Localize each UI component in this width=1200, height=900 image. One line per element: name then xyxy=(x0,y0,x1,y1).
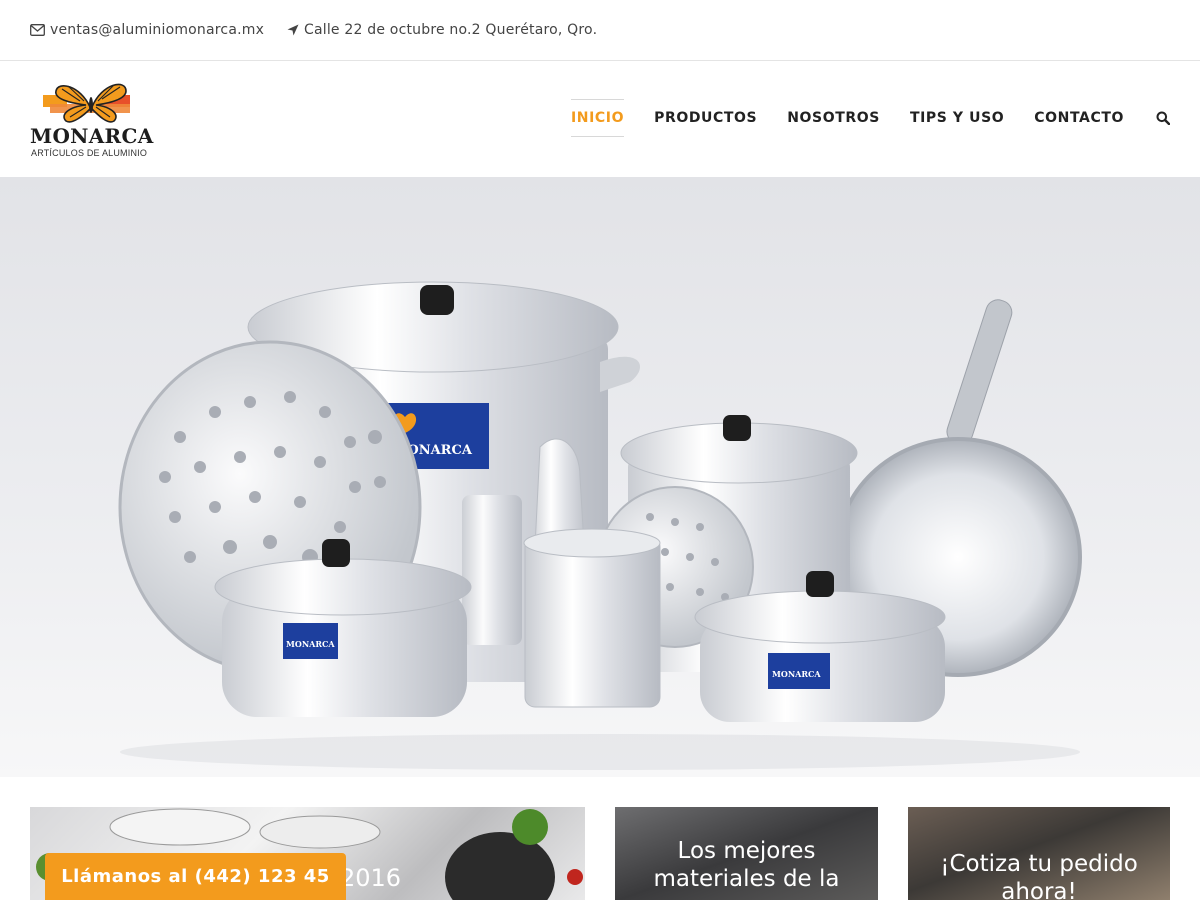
search-button[interactable] xyxy=(1156,111,1170,125)
address-text: Calle 22 de octubre no.2 Querétaro, Qro. xyxy=(304,22,598,38)
main-nav: INICIO PRODUCTOS NOSOTROS TIPS Y USO CON… xyxy=(541,99,1170,137)
location-arrow-icon xyxy=(287,24,299,36)
nav-item-tips-y-uso[interactable]: TIPS Y USO xyxy=(910,100,1004,136)
card-quote-title: ¡Cotiza tu pedido ahora! xyxy=(940,851,1138,900)
nav-item-nosotros[interactable]: NOSOTROS xyxy=(787,100,880,136)
nav-item-contacto[interactable]: CONTACTO xyxy=(1034,100,1124,136)
butterfly-logo-icon xyxy=(43,83,130,123)
logo-brand: MONARCA xyxy=(30,124,154,148)
site-header: MONARCA ARTÍCULOS DE ALUMINIO INICIO PRO… xyxy=(0,61,1200,177)
cookware-image: MONARCA MONARCA MONARCA xyxy=(118,281,1082,770)
envelope-icon xyxy=(30,24,45,36)
card-materials-title: Los mejores materiales de la xyxy=(653,838,840,892)
logo-tagline: ARTÍCULOS DE ALUMINIO xyxy=(31,148,148,158)
email-text: ventas@aluminiomonarca.mx xyxy=(50,22,265,38)
search-icon xyxy=(1156,111,1170,125)
nav-item-productos[interactable]: PRODUCTOS xyxy=(654,100,757,136)
contact-address: Calle 22 de octubre no.2 Querétaro, Qro. xyxy=(287,22,597,38)
right-pot-label-text: MONARCA xyxy=(772,669,821,679)
hero-banner: MONARCA MONARCA MONARCA xyxy=(0,177,1200,777)
card-history-year: 2016 xyxy=(340,864,402,892)
top-bar: ventas@aluminiomonarca.mx Calle 22 de oc… xyxy=(0,0,1200,61)
card-quote[interactable]: ¡Cotiza tu pedido ahora! xyxy=(908,807,1170,900)
logo[interactable]: MONARCA ARTÍCULOS DE ALUMINIO xyxy=(30,79,155,161)
card-materials[interactable]: Los mejores materiales de la xyxy=(615,807,878,900)
nav-item-inicio[interactable]: INICIO xyxy=(570,99,625,137)
contact-email[interactable]: ventas@aluminiomonarca.mx xyxy=(30,22,264,38)
call-button[interactable]: Llámanos al (442) 123 45 67 xyxy=(45,853,346,900)
small-pot-label-text: MONARCA xyxy=(286,639,335,649)
